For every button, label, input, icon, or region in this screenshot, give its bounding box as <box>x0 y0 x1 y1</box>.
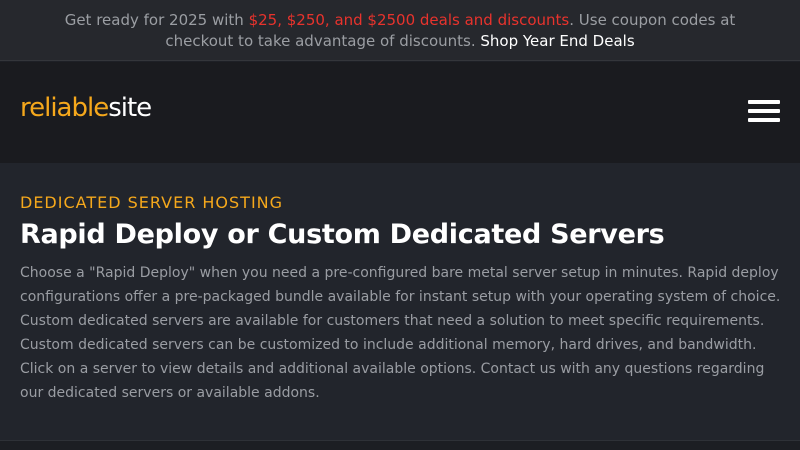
promo-prefix: Get ready for 2025 with <box>64 11 249 29</box>
site-header: reliablesite <box>0 62 800 163</box>
hero-section: DEDICATED SERVER HOSTING Rapid Deploy or… <box>0 163 800 440</box>
section-divider <box>0 440 800 450</box>
promo-banner: Get ready for 2025 with $25, $250, and $… <box>0 0 800 61</box>
logo-part-2: site <box>108 93 152 123</box>
page-title: Rapid Deploy or Custom Dedicated Servers <box>20 219 665 250</box>
hamburger-menu-icon[interactable] <box>748 99 781 125</box>
logo-part-1: reliable <box>20 93 109 123</box>
shop-deals-link[interactable]: Shop Year End Deals <box>480 32 634 50</box>
site-logo[interactable]: reliablesite <box>20 91 152 125</box>
menu-bar <box>748 118 780 122</box>
promo-text: Get ready for 2025 with $25, $250, and $… <box>30 10 770 52</box>
hero-description: Choose a "Rapid Deploy" when you need a … <box>20 265 781 401</box>
menu-bar <box>748 100 780 104</box>
menu-bar <box>748 109 780 113</box>
promo-highlight: $25, $250, and $2500 deals and discounts <box>248 11 570 29</box>
section-eyebrow: DEDICATED SERVER HOSTING <box>20 193 284 212</box>
